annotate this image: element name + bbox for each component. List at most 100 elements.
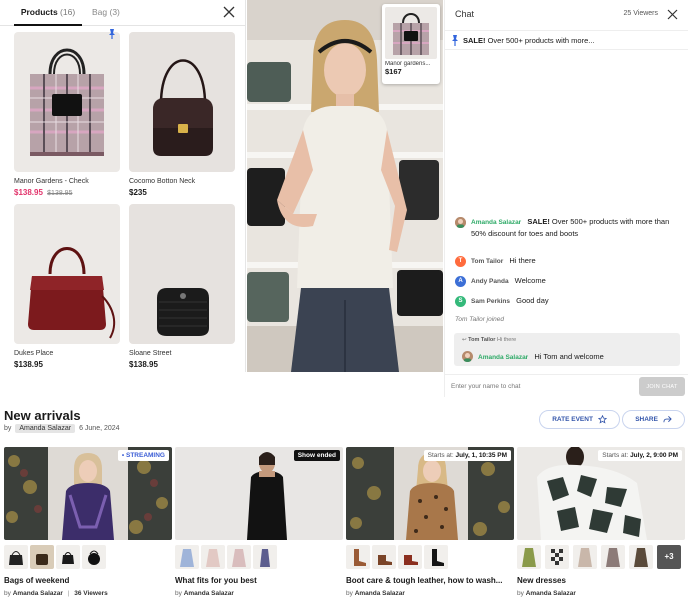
product-thumb[interactable] xyxy=(82,545,106,569)
event-author[interactable]: Amanda Salazar xyxy=(526,590,576,597)
event-title[interactable]: Bags of weekend xyxy=(4,576,69,585)
product-thumb[interactable] xyxy=(601,545,625,569)
product-thumb[interactable] xyxy=(545,545,569,569)
tab-products[interactable]: Products (16) xyxy=(14,0,82,26)
more-products-button[interactable]: +3 xyxy=(657,545,681,569)
author-tag[interactable]: Amanda Salazar xyxy=(15,424,76,433)
reply-author: Amanda Salazar xyxy=(478,354,529,361)
join-chat-button[interactable]: JOIN CHAT xyxy=(639,377,685,396)
starts-at-time: July, 1, 10:35 PM xyxy=(455,452,507,459)
event-author[interactable]: Amanda Salazar xyxy=(355,590,405,597)
close-icon[interactable] xyxy=(667,9,678,20)
quoted-text: Hi there xyxy=(496,337,517,343)
live-shopping-player: Products (16) Bag (3) Manor Gardens - Ch… xyxy=(0,0,688,397)
event-image[interactable]: Starts at: July, 2, 9:00 PM xyxy=(517,447,685,540)
old-price: $138.95 xyxy=(47,190,73,197)
product-thumb[interactable] xyxy=(4,545,28,569)
product-name: Dukes Place xyxy=(14,350,54,357)
product-thumb[interactable] xyxy=(629,545,653,569)
event-image[interactable]: Starts at: July, 1, 10:35 PM xyxy=(346,447,514,540)
product-thumb[interactable] xyxy=(346,545,370,569)
message-author: Andy Panda xyxy=(471,278,509,285)
product-thumb[interactable] xyxy=(517,545,541,569)
chat-name-input[interactable] xyxy=(449,378,635,395)
pinned-bold: SALE! xyxy=(463,36,486,45)
product-thumb[interactable] xyxy=(424,545,448,569)
event-image[interactable]: Show ended xyxy=(175,447,343,540)
rate-event-button[interactable]: RATE EVENT xyxy=(539,410,620,429)
product-image[interactable] xyxy=(14,32,120,172)
event-author[interactable]: Amanda Salazar xyxy=(13,590,63,597)
tab-products-count: (16) xyxy=(60,7,76,17)
featured-product-price: $167 xyxy=(385,67,402,76)
by-label: by xyxy=(4,425,12,432)
pinned-message[interactable]: SALE! Over 500+ products with more... xyxy=(445,30,688,50)
product-price: $138.95 xyxy=(129,360,158,369)
chat-message: Amanda Salazar SALE! Over 500+ products … xyxy=(455,217,680,239)
viewer-count: 25 Viewers xyxy=(623,10,658,17)
products-panel: Products (16) Bag (3) Manor Gardens - Ch… xyxy=(0,0,246,372)
featured-product-image xyxy=(385,7,437,59)
live-video[interactable]: Manor gardens... $167 xyxy=(247,0,443,372)
product-thumb[interactable] xyxy=(573,545,597,569)
message-author: Tom Tailor xyxy=(471,258,504,265)
message-text: Welcome xyxy=(514,276,546,285)
product-thumb[interactable] xyxy=(56,545,80,569)
event-card[interactable]: Starts at: July, 2, 9:00 PM +3 New dress… xyxy=(517,447,685,597)
chat-header: Chat 25 Viewers xyxy=(445,0,688,30)
product-image[interactable] xyxy=(129,32,235,172)
event-card[interactable]: Show ended What fits for you best by Ama… xyxy=(175,447,343,597)
product-name: Cocomo Botton Neck xyxy=(129,178,196,185)
product-thumb[interactable] xyxy=(175,545,199,569)
event-author[interactable]: Amanda Salazar xyxy=(184,590,234,597)
product-thumb[interactable] xyxy=(398,545,422,569)
featured-product-card[interactable]: Manor gardens... $167 xyxy=(382,4,440,84)
product-card[interactable]: Cocomo Botton Neck $235 xyxy=(129,32,235,197)
product-image[interactable] xyxy=(129,204,235,344)
products-tabs: Products (16) Bag (3) xyxy=(0,0,245,26)
product-thumb[interactable] xyxy=(253,545,277,569)
starts-at-label: Starts at: xyxy=(602,452,629,459)
chat-title: Chat xyxy=(455,9,475,19)
message-text: Hi there xyxy=(509,256,536,265)
starts-at-badge: Starts at: July, 2, 9:00 PM xyxy=(598,450,682,461)
chat-message: T Tom Tailor Hi there xyxy=(455,256,680,268)
show-ended-badge: Show ended xyxy=(293,450,340,461)
quoted-message: ↩ Tom Tailor Hi there xyxy=(462,337,516,343)
event-image[interactable]: • STREAMING xyxy=(4,447,172,540)
event-card[interactable]: • STREAMING Bags of weekend by Amanda Sa… xyxy=(4,447,172,597)
product-thumb[interactable] xyxy=(30,545,54,569)
star-icon xyxy=(597,414,607,424)
product-thumb[interactable] xyxy=(372,545,396,569)
chat-message: S Sam Perkins Good day xyxy=(455,296,680,308)
product-card[interactable]: Manor Gardens - Check $138.95 $138.95 xyxy=(14,29,120,197)
starts-at-time: July, 2, 9:00 PM xyxy=(630,452,678,459)
chat-panel: Chat 25 Viewers SALE! Over 500+ products… xyxy=(444,0,688,397)
event-title[interactable]: What fits for you best xyxy=(175,576,257,585)
product-thumb[interactable] xyxy=(227,545,251,569)
event-card[interactable]: Starts at: July, 1, 10:35 PM Boot care &… xyxy=(346,447,514,597)
product-image[interactable] xyxy=(14,204,120,344)
product-card[interactable]: Dukes Place $138.95 xyxy=(14,204,120,369)
event-title[interactable]: New dresses xyxy=(517,576,566,585)
message-text: Good day xyxy=(516,296,549,305)
tab-products-label: Products xyxy=(20,7,58,17)
event-viewers: 36 Viewers xyxy=(74,590,108,597)
by-label: by xyxy=(517,590,524,597)
join-notice: Tom Tailor joined xyxy=(455,316,505,323)
product-thumb[interactable] xyxy=(201,545,225,569)
avatar: T xyxy=(455,256,466,267)
section-date: 6 June, 2024 xyxy=(79,425,120,432)
close-icon[interactable] xyxy=(223,6,235,18)
share-icon xyxy=(663,415,672,423)
tab-bag[interactable]: Bag (3) xyxy=(92,0,120,26)
section-byline: by Amanda Salazar 6 June, 2024 xyxy=(4,424,120,433)
share-button[interactable]: SHARE xyxy=(622,410,685,429)
avatar: S xyxy=(455,296,466,307)
meta-separator: | xyxy=(67,590,70,597)
avatar xyxy=(462,351,473,362)
product-card[interactable]: Sloane Street $138.95 xyxy=(129,204,235,369)
event-title[interactable]: Boot care & tough leather, how to wash..… xyxy=(346,576,502,585)
by-label: by xyxy=(346,590,353,597)
pin-icon xyxy=(452,35,458,46)
